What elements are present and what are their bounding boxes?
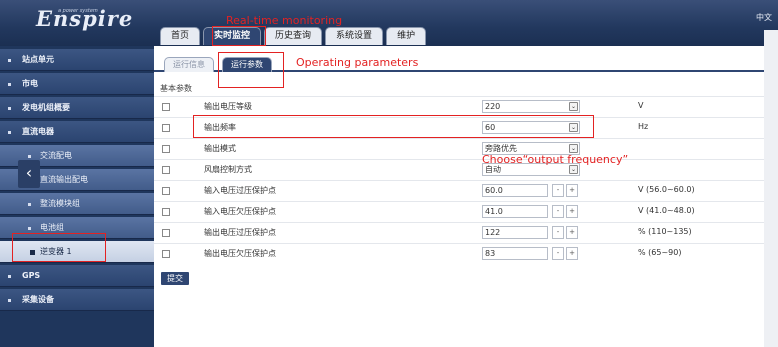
param-name: 输出电压欠压保护点: [204, 249, 276, 258]
bullet-icon: [8, 83, 11, 86]
plus-icon[interactable]: +: [566, 226, 578, 239]
sidebar-item-mains[interactable]: 市电: [0, 73, 154, 95]
table-row: 输出模式 旁路优先 ⌄: [154, 138, 764, 158]
annotation-operating-parameters: Operating parameters: [296, 56, 419, 69]
sidebar-item-generator[interactable]: 发电机组概要: [0, 97, 154, 119]
minus-icon[interactable]: -: [552, 205, 564, 218]
annotation-box-params-tab: [218, 52, 284, 88]
bullet-icon: [8, 275, 11, 278]
bullet-icon: [28, 227, 31, 230]
minus-icon[interactable]: -: [552, 226, 564, 239]
main-tabs: 首页 实时监控 历史查询 系统设置 维护: [160, 27, 427, 46]
row-checkbox[interactable]: [162, 166, 170, 174]
chevron-down-icon: ⌄: [569, 102, 578, 111]
main-panel: 运行信息 运行参数 基本参数 输出电压等级 220 ⌄ V 输出频率 60 ⌄ Hz…: [154, 46, 764, 347]
brand-tagline: a power system: [58, 8, 98, 14]
sidebar-item-gps[interactable]: GPS: [0, 265, 154, 287]
table-row: 输出电压欠压保护点 83 - + % (65~90): [154, 243, 764, 263]
right-edge-panel: [764, 30, 778, 347]
section-title: 基本参数: [160, 84, 192, 93]
row-checkbox[interactable]: [162, 103, 170, 111]
minus-icon[interactable]: -: [552, 184, 564, 197]
table-row: 输出电压过压保护点 122 - + % (110~135): [154, 222, 764, 242]
table-row: 输入电压过压保护点 60.0 - + V (56.0~60.0): [154, 180, 764, 200]
param-unit: % (110~135): [638, 227, 692, 236]
row-checkbox[interactable]: [162, 250, 170, 258]
param-name: 输出电压等级: [204, 102, 252, 111]
sidebar-item-collection-device[interactable]: 采集设备: [0, 289, 154, 311]
tab-maintenance[interactable]: 维护: [386, 27, 427, 45]
app-header: Enspire a power system 中文 首页 实时监控 历史查询 系…: [0, 0, 778, 46]
table-row: 风扇控制方式 自动 ⌄: [154, 159, 764, 179]
sidebar-item-dc-equipment[interactable]: 直流电器: [0, 121, 154, 143]
tab-history-query[interactable]: 历史查询: [264, 27, 323, 45]
bullet-icon: [8, 107, 11, 110]
annotation-box-frequency-row: [193, 115, 594, 138]
minus-icon[interactable]: -: [552, 247, 564, 260]
param-unit: V (41.0~48.0): [638, 206, 695, 215]
tab-system-settings[interactable]: 系统设置: [325, 27, 384, 45]
bullet-icon: [8, 59, 11, 62]
row-checkbox[interactable]: [162, 124, 170, 132]
bullet-icon: [28, 155, 31, 158]
input-overvoltage-field[interactable]: 60.0: [482, 184, 548, 197]
annotation-box-realtime-tab: [212, 26, 266, 46]
submit-button[interactable]: 提交: [161, 272, 189, 285]
annotation-box-inverter: [12, 233, 106, 262]
param-unit: Hz: [638, 122, 649, 131]
sidebar-item-rectifier-group[interactable]: 整流模块组: [0, 193, 154, 215]
output-voltage-select[interactable]: 220 ⌄: [482, 100, 580, 113]
param-name: 输入电压过压保护点: [204, 186, 276, 195]
chevron-down-icon: ⌄: [569, 144, 578, 153]
plus-icon[interactable]: +: [566, 205, 578, 218]
output-undervoltage-field[interactable]: 83: [482, 247, 548, 260]
plus-icon[interactable]: +: [566, 184, 578, 197]
param-name: 输出模式: [204, 144, 236, 153]
tab-run-info[interactable]: 运行信息: [164, 57, 214, 72]
param-unit: % (65~90): [638, 248, 682, 257]
param-name: 输出电压过压保护点: [204, 228, 276, 237]
language-switch[interactable]: 中文: [756, 12, 772, 23]
param-unit: V: [638, 101, 644, 110]
param-unit: V (56.0~60.0): [638, 185, 695, 194]
input-undervoltage-field[interactable]: 41.0: [482, 205, 548, 218]
table-row: 输出电压等级 220 ⌄ V: [154, 96, 764, 116]
bullet-icon: [8, 299, 11, 302]
row-checkbox[interactable]: [162, 187, 170, 195]
sidebar: 站点单元 市电 发电机组概要 直流电器 交流配电 直流输出配电 整流模块组 电池…: [0, 46, 154, 347]
param-name: 风扇控制方式: [204, 165, 252, 174]
row-checkbox[interactable]: [162, 229, 170, 237]
annotation-choose-frequency: Choose“output frequency”: [482, 153, 629, 166]
row-checkbox[interactable]: [162, 145, 170, 153]
tab-home[interactable]: 首页: [160, 27, 201, 45]
output-overvoltage-field[interactable]: 122: [482, 226, 548, 239]
param-name: 输入电压欠压保护点: [204, 207, 276, 216]
plus-icon[interactable]: +: [566, 247, 578, 260]
bullet-icon: [8, 131, 11, 134]
sidebar-item-site-unit[interactable]: 站点单元: [0, 49, 154, 71]
table-row: 输入电压欠压保护点 41.0 - + V (41.0~48.0): [154, 201, 764, 221]
chevron-down-icon: ⌄: [569, 165, 578, 174]
bullet-icon: [28, 203, 31, 206]
collapse-sidebar-icon[interactable]: ‹: [18, 160, 40, 188]
row-checkbox[interactable]: [162, 208, 170, 216]
